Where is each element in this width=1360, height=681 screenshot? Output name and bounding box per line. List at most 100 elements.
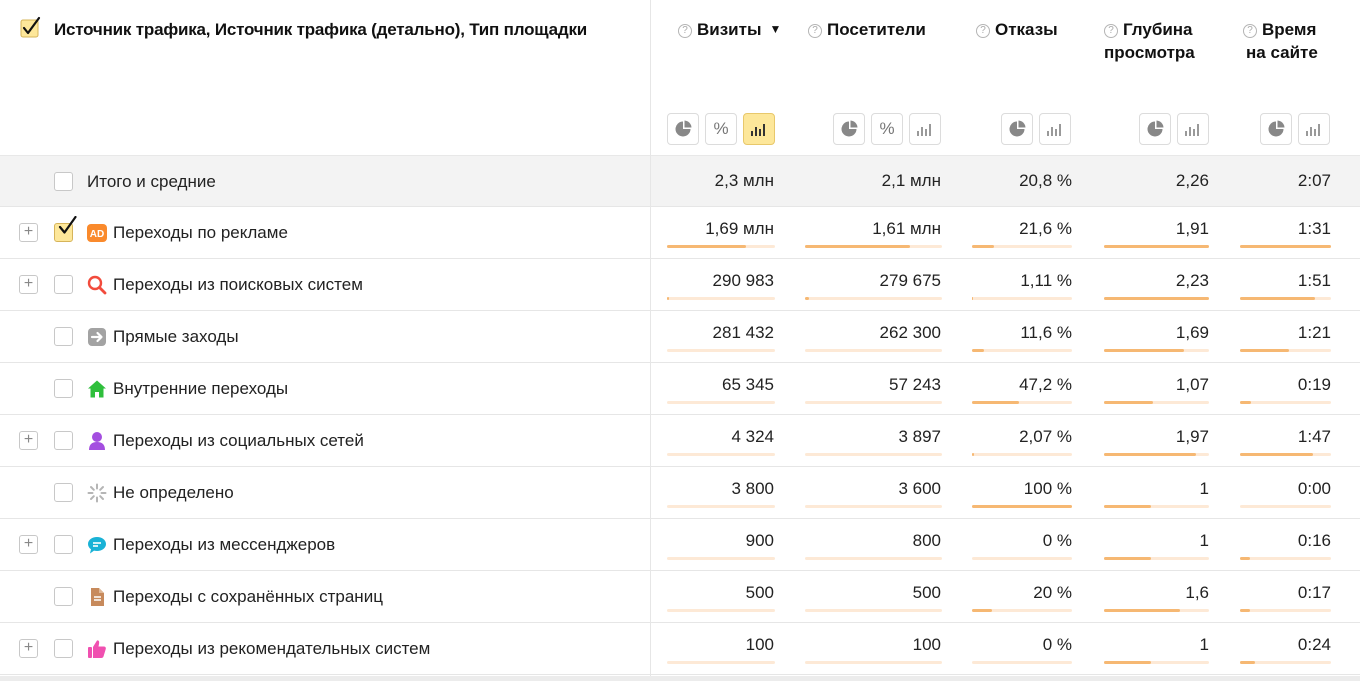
share-bar-depth	[1104, 401, 1209, 404]
totals-checkbox[interactable]	[54, 172, 73, 191]
row-label[interactable]: Внутренние переходы	[113, 379, 288, 399]
expand-plus-icon[interactable]: +	[19, 535, 38, 554]
row-label[interactable]: Прямые заходы	[113, 327, 239, 347]
share-bar-bounce	[972, 453, 1072, 456]
row-checkbox[interactable]	[54, 483, 73, 502]
cell-visitors: 500	[912, 583, 941, 602]
metric-header-time[interactable]: ? Время на сайте	[1243, 18, 1318, 64]
help-icon[interactable]: ?	[1104, 24, 1118, 38]
select-all-checkbox[interactable]	[20, 16, 42, 43]
row-label[interactable]: Переходы из мессенджеров	[113, 535, 335, 555]
cell-visitors: 279 675	[879, 271, 941, 290]
table-row[interactable]: Не определено 3 800 3 600 100 % 1 0:00	[0, 467, 1360, 519]
cell-bounce: 0 %	[1042, 531, 1072, 550]
help-icon[interactable]: ?	[808, 24, 822, 38]
table-row[interactable]: + AD Переходы по рекламе 1,69 млн 1,61 млн 21…	[0, 207, 1360, 259]
cell-depth: 1,07	[1175, 375, 1209, 394]
cell-depth: 1,91	[1175, 219, 1209, 238]
share-bar-fill	[1240, 557, 1250, 560]
cell-visitors: 100	[912, 635, 941, 654]
table-row[interactable]: Внутренние переходы 65 345 57 243 47,2 % 1,0…	[0, 363, 1360, 415]
pie-view-button[interactable]	[1139, 113, 1171, 145]
table-row[interactable]: + Переходы из мессенджеров 900 800 0 % 1 0:16	[0, 519, 1360, 571]
help-icon[interactable]: ?	[678, 24, 692, 38]
cell-time: 0:19	[1297, 375, 1331, 394]
pie-view-button[interactable]	[833, 113, 865, 145]
metric-header-visits[interactable]: ? Визиты ▼	[678, 18, 781, 41]
expand-plus-icon[interactable]: +	[19, 639, 38, 658]
row-label[interactable]: Переходы по рекламе	[113, 223, 288, 243]
search-icon	[87, 275, 107, 295]
row-checkbox[interactable]	[54, 327, 73, 346]
expand-plus-icon[interactable]: +	[19, 431, 38, 450]
table-row[interactable]: + Переходы из рекомендательных систем 100 1…	[0, 623, 1360, 675]
share-bar-depth	[1104, 557, 1209, 560]
bar-view-button[interactable]	[743, 113, 775, 145]
svg-text:AD: AD	[90, 229, 104, 240]
totals-row: Итого и средние 2,3 млн 2,1 млн 20,8 % 2…	[0, 156, 1360, 207]
cell-depth: 1	[1199, 479, 1209, 498]
metric-header-bounce[interactable]: ? Отказы	[976, 18, 1058, 41]
row-checkbox[interactable]	[54, 431, 73, 450]
row-label[interactable]: Не определено	[113, 483, 234, 503]
share-bar-time	[1240, 661, 1331, 664]
share-bar-fill	[1104, 557, 1151, 560]
share-bar-depth	[1104, 453, 1209, 456]
dimension-title[interactable]: Источник трафика, Источник трафика (дета…	[54, 20, 587, 40]
metric-label: Визиты	[697, 20, 762, 39]
row-checkbox[interactable]	[54, 587, 73, 606]
cell-visitors: 3 897	[898, 427, 941, 446]
share-bar-fill	[972, 609, 992, 612]
bar-view-button[interactable]	[909, 113, 941, 145]
bar-view-button[interactable]	[1298, 113, 1330, 145]
bar-view-button[interactable]	[1177, 113, 1209, 145]
table-row[interactable]: Переходы с сохранённых страниц 500 500 20 %…	[0, 571, 1360, 623]
table-row[interactable]: + Переходы из поисковых систем 290 983 279 …	[0, 259, 1360, 311]
metric-header-depth[interactable]: ? Глубина просмотра	[1104, 18, 1195, 64]
row-label[interactable]: Переходы с сохранённых страниц	[113, 587, 383, 607]
share-bar-visits	[667, 453, 775, 456]
percent-view-button[interactable]: %	[705, 113, 737, 145]
pie-view-button[interactable]	[1001, 113, 1033, 145]
table-row[interactable]: + Переходы из социальных сетей 4 324 3 897 2…	[0, 415, 1360, 467]
cell-depth: 1,6	[1185, 583, 1209, 602]
cell-visits: 500	[745, 583, 774, 602]
cell-time: 1:51	[1297, 271, 1331, 290]
row-checkbox[interactable]	[54, 275, 73, 294]
pie-view-button[interactable]	[1260, 113, 1292, 145]
row-label[interactable]: Переходы из социальных сетей	[113, 431, 364, 451]
row-checkbox[interactable]	[54, 379, 73, 398]
share-bar-visits	[667, 349, 775, 352]
row-label[interactable]: Переходы из поисковых систем	[113, 275, 363, 295]
share-bar-visitors	[805, 557, 942, 560]
share-bar-depth	[1104, 349, 1209, 352]
expand-plus-icon[interactable]: +	[19, 275, 38, 294]
percent-view-button[interactable]: %	[871, 113, 903, 145]
share-bar-time	[1240, 349, 1331, 352]
cell-bounce: 11,6 %	[1020, 323, 1072, 342]
row-checkbox[interactable]	[54, 216, 77, 242]
expand-plus-icon[interactable]: +	[19, 223, 38, 242]
share-bar-fill	[972, 245, 994, 248]
pie-view-button[interactable]	[667, 113, 699, 145]
bar-view-button[interactable]	[1039, 113, 1071, 145]
share-bar-visitors	[805, 505, 942, 508]
cell-bounce: 2,07 %	[1019, 427, 1072, 446]
row-checkbox[interactable]	[54, 639, 73, 658]
bar-chart-icon	[751, 124, 765, 136]
help-icon[interactable]: ?	[976, 24, 990, 38]
sort-desc-icon[interactable]: ▼	[769, 22, 781, 36]
share-bar-depth	[1104, 661, 1209, 664]
share-bar-time	[1240, 401, 1331, 404]
share-bar-time	[1240, 297, 1331, 300]
share-bar-fill	[1240, 245, 1331, 248]
help-icon[interactable]: ?	[1243, 24, 1257, 38]
metric-label: Отказы	[995, 20, 1058, 39]
share-bar-visitors	[805, 661, 942, 664]
row-checkbox[interactable]	[54, 535, 73, 554]
share-bar-fill	[1240, 609, 1250, 612]
metric-header-visitors[interactable]: ? Посетители	[808, 18, 926, 41]
table-row[interactable]: Прямые заходы 281 432 262 300 11,6 % 1,69 1:2…	[0, 311, 1360, 363]
row-label[interactable]: Переходы из рекомендательных систем	[113, 639, 430, 659]
cell-visits: 4 324	[731, 427, 774, 446]
